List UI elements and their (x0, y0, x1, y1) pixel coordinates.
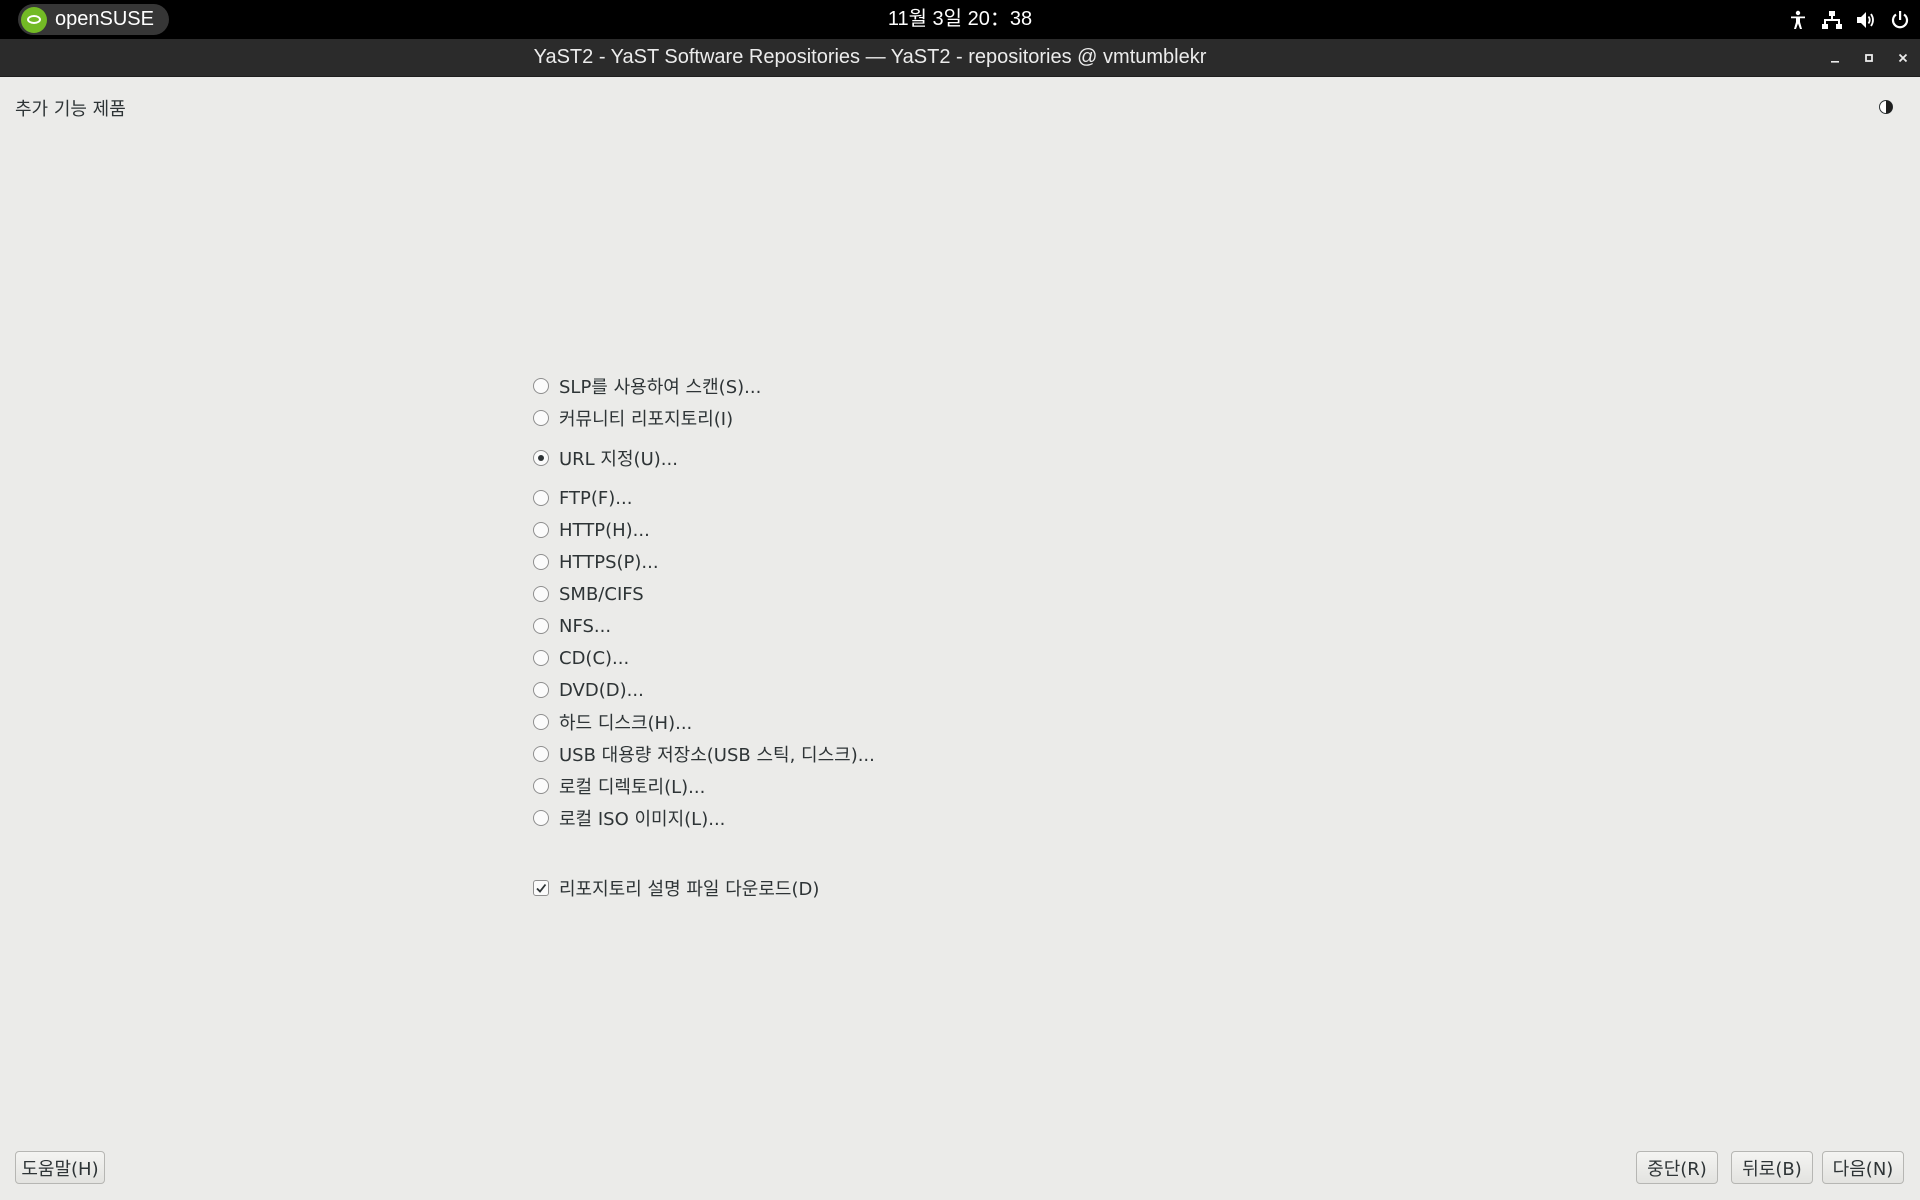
checkbox-checked[interactable] (533, 880, 549, 896)
radio-button[interactable] (533, 586, 549, 602)
radio-button[interactable] (533, 810, 549, 826)
radio-button[interactable] (533, 378, 549, 394)
radio-button[interactable] (533, 522, 549, 538)
option-label: URL 지정(U)... (559, 449, 678, 470)
radio-button[interactable] (533, 554, 549, 570)
option-hard-disk[interactable]: 하드 디스크(H)... (533, 709, 692, 735)
option-label: USB 대용량 저장소(USB 스틱, 디스크)... (559, 745, 875, 766)
option-label: HTTPS(P)... (559, 551, 659, 573)
opensuse-logo-icon (21, 6, 47, 33)
option-label: 하드 디스크(H)... (559, 713, 693, 734)
back-button[interactable]: 뒤로(B) (1731, 1151, 1813, 1184)
system-tray (1788, 0, 1910, 39)
activities-label: openSUSE (55, 8, 154, 30)
power-icon[interactable] (1890, 10, 1910, 30)
radio-button[interactable] (533, 490, 549, 506)
window-title: YaST2 - YaST Software Repositories — YaS… (533, 46, 1207, 68)
close-button[interactable] (1886, 39, 1920, 76)
option-cd[interactable]: CD(C)... (533, 645, 629, 671)
window-titlebar[interactable]: YaST2 - YaST Software Repositories — YaS… (0, 39, 1920, 77)
radio-button[interactable] (533, 618, 549, 634)
radio-button[interactable] (533, 650, 549, 666)
yast-content: 추가 기능 제품 SLP를 사용하여 스캔(S)... 커뮤니티 리포지토리(I… (0, 77, 1920, 1200)
network-icon[interactable] (1822, 10, 1842, 30)
help-button[interactable]: 도움말(H) (15, 1151, 105, 1184)
clock[interactable]: 11월 3일 20：38 (888, 8, 1032, 30)
activities-button[interactable]: openSUSE (18, 4, 169, 35)
radio-button[interactable] (533, 746, 549, 762)
option-usb-storage[interactable]: USB 대용량 저장소(USB 스틱, 디스크)... (533, 741, 875, 767)
option-http[interactable]: HTTP(H)... (533, 517, 650, 543)
option-label: NFS... (559, 615, 612, 637)
option-community-repositories[interactable]: 커뮤니티 리포지토리(I) (533, 405, 733, 431)
radio-button[interactable] (533, 714, 549, 730)
option-smb-cifs[interactable]: SMB/CIFS (533, 581, 644, 607)
option-label: FTP(F)... (559, 487, 633, 509)
checkbox-label: 리포지토리 설명 파일 다운로드(D) (559, 879, 820, 900)
option-label: 커뮤니티 리포지토리(I) (559, 409, 734, 430)
option-label: DVD(D)... (559, 679, 644, 701)
option-ftp[interactable]: FTP(F)... (533, 485, 632, 511)
option-label: 로컬 ISO 이미지(L)... (559, 809, 726, 830)
option-local-directory[interactable]: 로컬 디렉토리(L)... (533, 773, 705, 799)
radio-button-checked[interactable] (533, 450, 549, 466)
clock-container: 11월 3일 20：38 (0, 0, 1920, 39)
option-slp-scan[interactable]: SLP를 사용하여 스캔(S)... (533, 373, 761, 399)
option-nfs[interactable]: NFS... (533, 613, 611, 639)
abort-button[interactable]: 중단(R) (1636, 1151, 1718, 1184)
download-descriptions-checkbox[interactable]: 리포지토리 설명 파일 다운로드(D) (533, 875, 819, 901)
option-label: 로컬 디렉토리(L)... (559, 777, 706, 798)
radio-button[interactable] (533, 682, 549, 698)
option-label: SLP를 사용하여 스캔(S)... (559, 377, 762, 398)
maximize-button[interactable] (1852, 39, 1886, 76)
theme-toggle-icon[interactable] (1878, 99, 1894, 115)
window-controls (1818, 39, 1920, 76)
option-local-iso[interactable]: 로컬 ISO 이미지(L)... (533, 805, 725, 831)
radio-button[interactable] (533, 410, 549, 426)
accessibility-icon[interactable] (1788, 10, 1808, 30)
option-label: HTTP(H)... (559, 519, 650, 541)
option-label: SMB/CIFS (559, 583, 644, 605)
option-dvd[interactable]: DVD(D)... (533, 677, 644, 703)
option-label: CD(C)... (559, 647, 630, 669)
next-button[interactable]: 다음(N) (1822, 1151, 1904, 1184)
option-specify-url[interactable]: URL 지정(U)... (533, 445, 678, 471)
option-https[interactable]: HTTPS(P)... (533, 549, 659, 575)
gnome-top-bar: openSUSE 11월 3일 20：38 (0, 0, 1920, 39)
page-title: 추가 기능 제품 (15, 99, 126, 120)
volume-icon[interactable] (1856, 10, 1876, 30)
radio-button[interactable] (533, 778, 549, 794)
minimize-button[interactable] (1818, 39, 1852, 76)
